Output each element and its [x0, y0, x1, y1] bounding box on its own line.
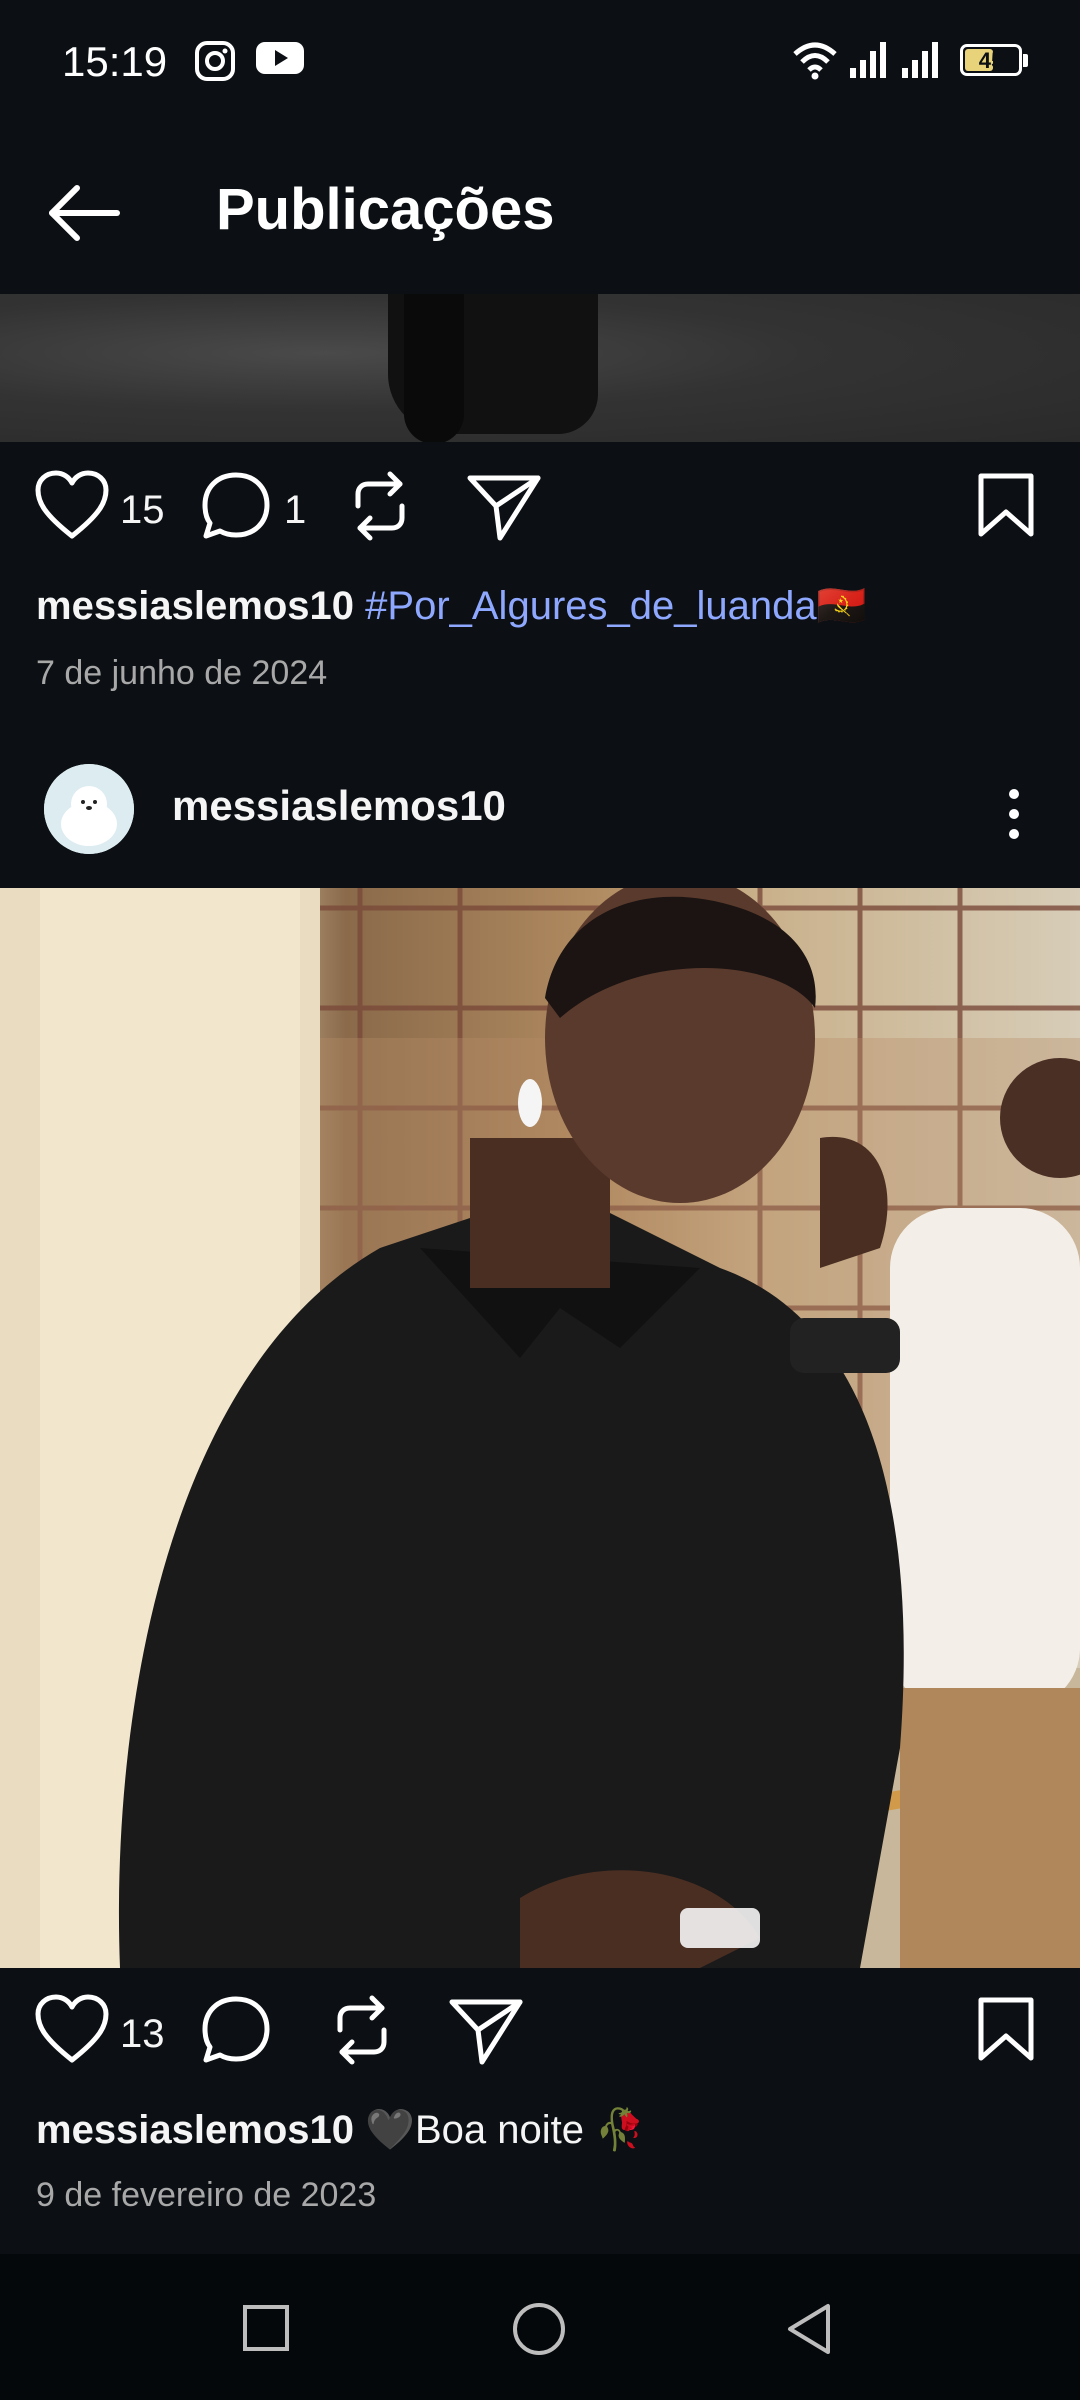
system-nav-bar [0, 2254, 1080, 2400]
post-caption: messiaslemos10 #Por_Algures_de_luanda🇦🇴 [36, 582, 866, 629]
post-actions: 13 [0, 1968, 1080, 2098]
page-title: Publicações [216, 177, 555, 242]
wifi-icon [793, 42, 837, 80]
share-icon[interactable] [466, 470, 542, 542]
caption-username[interactable]: messiaslemos10 [36, 2108, 354, 2152]
bookmark-icon[interactable] [976, 1996, 1036, 2062]
post-date: 7 de junho de 2024 [36, 654, 328, 692]
caption-hashtag[interactable]: #Por_Algures_de_luanda [365, 584, 816, 628]
post-header: messiaslemos10 [0, 740, 1080, 886]
signal-icon [850, 42, 886, 78]
battery-icon: 45 [960, 44, 1028, 76]
comment-icon[interactable] [200, 1994, 272, 2066]
arrow-left-icon[interactable] [42, 178, 132, 248]
caption-flag-emoji: 🇦🇴 [816, 584, 867, 628]
comment-icon[interactable] [200, 470, 272, 542]
status-time: 15:19 [62, 38, 168, 85]
repost-icon[interactable] [344, 470, 416, 542]
like-count[interactable]: 13 [120, 2012, 165, 2057]
battery-level: 45 [978, 48, 1004, 73]
post-image[interactable] [0, 888, 1080, 1968]
caption-username[interactable]: messiaslemos10 [36, 584, 354, 628]
status-bar: 15:19 45 [0, 0, 1080, 126]
bookmark-icon[interactable] [976, 472, 1036, 538]
youtube-icon [256, 42, 304, 74]
circle-home-icon[interactable] [512, 2302, 566, 2356]
post-username[interactable]: messiaslemos10 [172, 782, 506, 830]
more-options-icon[interactable] [996, 784, 1032, 844]
post-caption: messiaslemos10 🖤Boa noite 🥀 [36, 2106, 645, 2153]
repost-icon[interactable] [326, 1994, 398, 2066]
instagram-icon [195, 41, 235, 81]
like-count[interactable]: 15 [120, 488, 165, 533]
avatar[interactable] [44, 764, 134, 854]
top-bar: Publicações [0, 126, 1080, 294]
caption-text: 🖤Boa noite 🥀 [365, 2108, 645, 2152]
post-actions: 15 1 [0, 444, 1080, 574]
square-recents-icon[interactable] [242, 2304, 290, 2352]
heart-icon[interactable] [34, 470, 110, 542]
comment-count[interactable]: 1 [284, 488, 306, 533]
triangle-back-icon[interactable] [784, 2302, 834, 2356]
share-icon[interactable] [448, 1994, 524, 2066]
signal-icon [902, 42, 938, 78]
post-image-partial[interactable] [0, 294, 1080, 442]
heart-icon[interactable] [34, 1994, 110, 2066]
post-date: 9 de fevereiro de 2023 [36, 2176, 377, 2214]
